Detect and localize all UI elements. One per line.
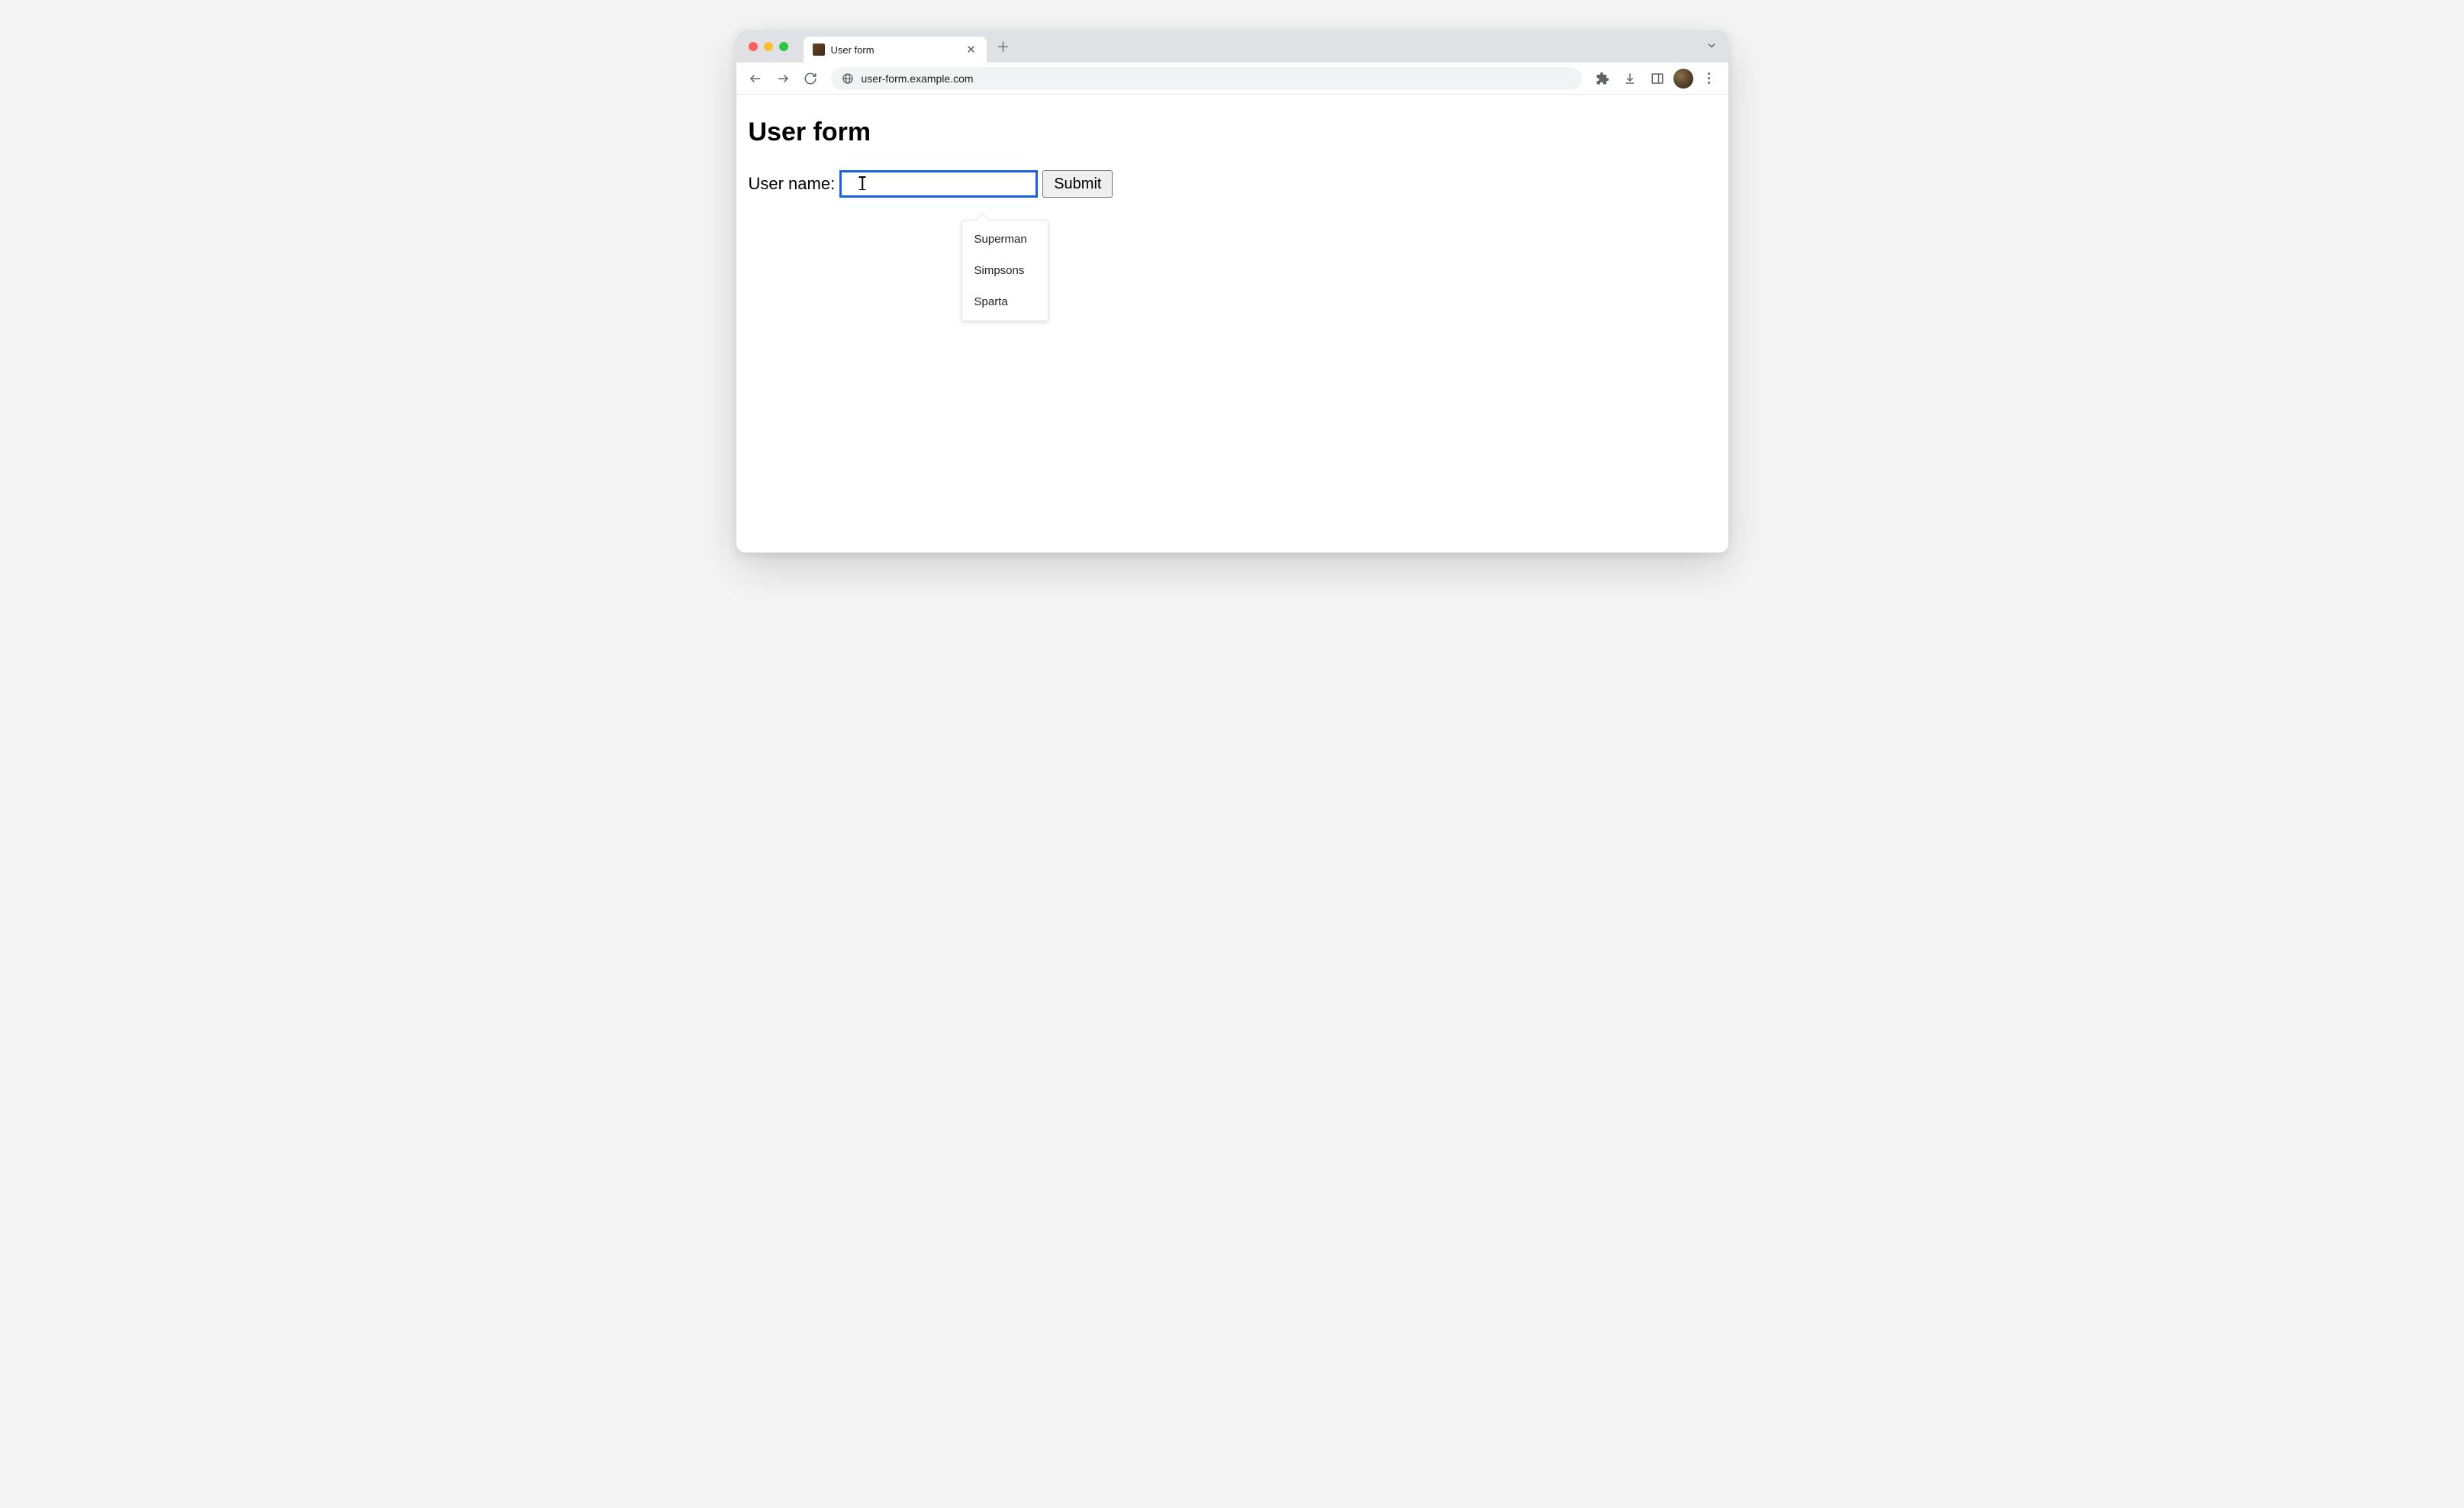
page-title: User form [749, 118, 1716, 147]
address-bar[interactable]: user-form.example.com [831, 67, 1582, 90]
tab-title: User form [831, 44, 959, 56]
browser-menu-button[interactable] [1698, 67, 1721, 90]
new-tab-button[interactable]: ＋ [993, 36, 1014, 57]
browser-tab[interactable]: User form ✕ [804, 37, 987, 63]
profile-avatar[interactable] [1673, 69, 1693, 89]
browser-window: User form ✕ ＋ user-form.example.com [736, 31, 1728, 553]
browser-toolbar: user-form.example.com [736, 63, 1728, 95]
back-button[interactable] [744, 67, 767, 90]
extensions-button[interactable] [1591, 67, 1614, 90]
page-content: User form User name: Submit Superman Sim… [736, 95, 1728, 553]
username-input[interactable] [839, 170, 1038, 198]
window-close-button[interactable] [749, 42, 758, 51]
submit-button[interactable]: Submit [1042, 170, 1113, 198]
downloads-button[interactable] [1619, 67, 1641, 90]
tab-bar: User form ✕ ＋ [736, 31, 1728, 63]
forward-button[interactable] [771, 67, 794, 90]
autocomplete-option[interactable]: Simpsons [962, 255, 1048, 286]
window-maximize-button[interactable] [779, 42, 788, 51]
side-panel-button[interactable] [1646, 67, 1669, 90]
tab-close-button[interactable]: ✕ [965, 44, 978, 56]
autocomplete-option[interactable]: Sparta [962, 286, 1048, 317]
tab-search-button[interactable] [1705, 40, 1718, 54]
reload-button[interactable] [799, 67, 822, 90]
site-info-icon[interactable] [842, 72, 854, 85]
address-url: user-form.example.com [862, 72, 974, 85]
tab-favicon [813, 44, 825, 56]
window-controls [749, 42, 788, 51]
autocomplete-dropdown: Superman Simpsons Sparta [961, 220, 1048, 321]
window-minimize-button[interactable] [764, 42, 773, 51]
user-form: User name: Submit [749, 170, 1716, 198]
toolbar-right [1591, 67, 1721, 90]
autocomplete-option[interactable]: Superman [962, 224, 1048, 255]
username-label: User name: [749, 174, 836, 194]
